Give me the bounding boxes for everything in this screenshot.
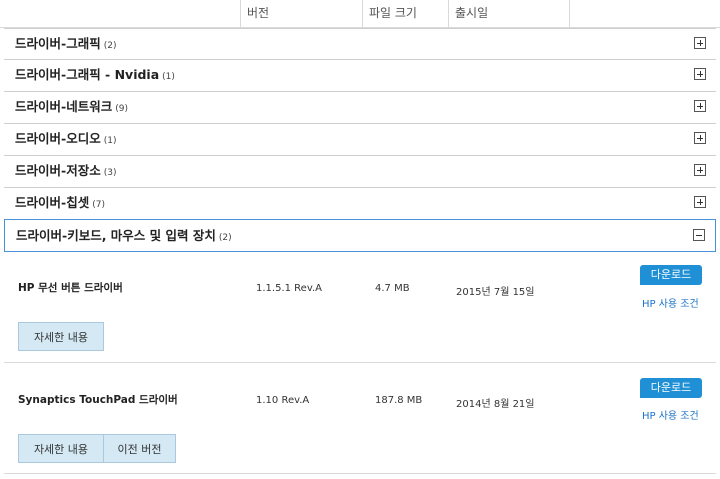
download-button[interactable]: 다운로드 xyxy=(640,265,702,285)
category-row-audio[interactable]: 드라이버-오디오 (1) xyxy=(4,123,716,154)
category-label: 드라이버-네트워크 (9) xyxy=(15,99,128,114)
category-count: (2) xyxy=(218,233,232,243)
category-label: 드라이버-키보드, 마우스 및 입력 장치 (2) xyxy=(16,228,232,243)
column-header-version: 버전 xyxy=(240,0,362,27)
driver-version: 1.1.5.1 Rev.A xyxy=(256,283,322,294)
details-button[interactable]: 자세한 내용 xyxy=(18,434,104,463)
column-header-file-size: 파일 크기 xyxy=(362,0,448,27)
category-row-keyboard-mouse-input[interactable]: 드라이버-키보드, 마우스 및 입력 장치 (2) xyxy=(4,219,716,252)
column-header-empty xyxy=(569,0,720,27)
hp-terms-link[interactable]: HP 사용 조건 xyxy=(642,295,699,310)
expand-plus-icon[interactable] xyxy=(694,68,706,80)
category-row-network[interactable]: 드라이버-네트워크 (9) xyxy=(4,91,716,122)
expand-plus-icon[interactable] xyxy=(694,164,706,176)
expand-plus-icon[interactable] xyxy=(694,196,706,208)
driver-name: HP 무선 버튼 드라이버 xyxy=(18,282,123,294)
details-button[interactable]: 자세한 내용 xyxy=(18,322,104,351)
driver-file-size: 4.7 MB xyxy=(375,283,410,294)
category-row-storage[interactable]: 드라이버-저장소 (3) xyxy=(4,155,716,186)
category-count: (9) xyxy=(115,104,128,114)
category-label: 드라이버-그래픽 - Nvidia (1) xyxy=(15,67,175,82)
category-count: (2) xyxy=(103,41,117,51)
category-count: (1) xyxy=(103,136,117,146)
collapse-minus-icon[interactable] xyxy=(693,229,705,241)
category-count: (7) xyxy=(92,200,105,210)
driver-name: Synaptics TouchPad 드라이버 xyxy=(18,394,178,406)
driver-row: Synaptics TouchPad 드라이버 1.10 Rev.A 187.8… xyxy=(4,363,716,474)
category-count: (1) xyxy=(162,72,175,82)
expand-plus-icon[interactable] xyxy=(694,37,706,49)
driver-file-size: 187.8 MB xyxy=(375,395,423,406)
driver-release-date: 2014년 8월 21일 xyxy=(456,399,535,410)
category-label: 드라이버-칩셋 (7) xyxy=(15,195,105,210)
category-row-graphics[interactable]: 드라이버-그래픽 (2) xyxy=(4,28,716,59)
hp-terms-link[interactable]: HP 사용 조건 xyxy=(642,407,699,422)
download-button[interactable]: 다운로드 xyxy=(640,378,702,398)
expand-plus-icon[interactable] xyxy=(694,100,706,112)
column-header-release-date: 출시일 xyxy=(448,0,569,27)
driver-release-date: 2015년 7월 15일 xyxy=(456,287,535,298)
expand-plus-icon[interactable] xyxy=(694,132,706,144)
driver-version: 1.10 Rev.A xyxy=(256,395,310,406)
category-row-graphics-nvidia[interactable]: 드라이버-그래픽 - Nvidia (1) xyxy=(4,59,716,90)
category-label: 드라이버-오디오 (1) xyxy=(15,131,117,146)
driver-row: HP 무선 버튼 드라이버 1.1.5.1 Rev.A 4.7 MB 2015년… xyxy=(4,253,716,363)
category-label: 드라이버-저장소 (3) xyxy=(15,163,117,178)
table-header: 버전 파일 크기 출시일 xyxy=(0,0,720,28)
category-count: (3) xyxy=(103,168,117,178)
category-row-chipset[interactable]: 드라이버-칩셋 (7) xyxy=(4,187,716,218)
previous-versions-button[interactable]: 이전 버전 xyxy=(103,434,176,463)
category-label: 드라이버-그래픽 (2) xyxy=(15,36,117,51)
